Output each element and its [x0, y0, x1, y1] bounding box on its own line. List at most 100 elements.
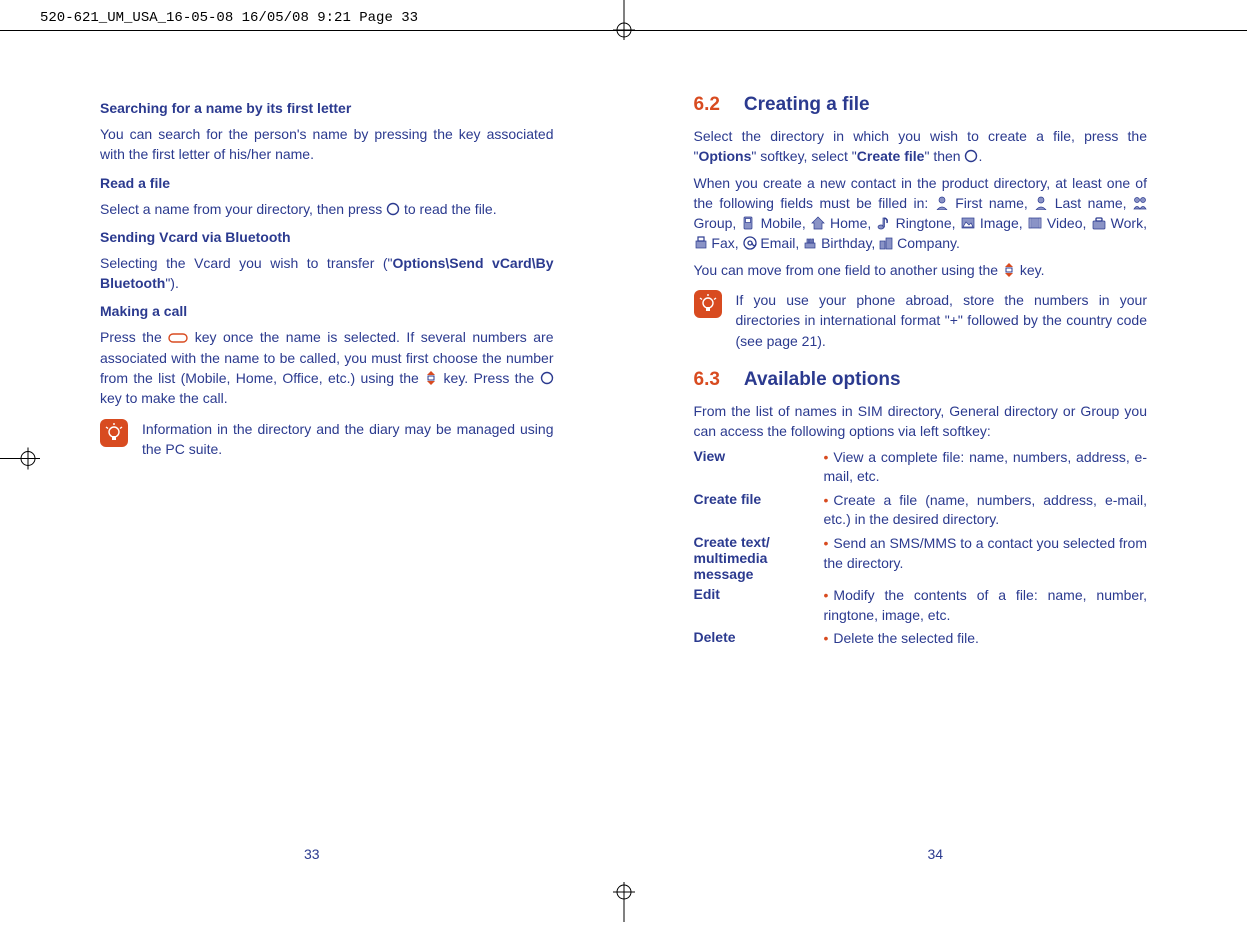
text: Send an SMS/MMS to a contact you selecte…: [824, 535, 1148, 571]
text: " softkey, select ": [751, 148, 856, 164]
text: .: [978, 148, 982, 164]
para-fields-list: When you create a new contact in the pro…: [694, 173, 1148, 254]
fax-icon: [694, 235, 708, 249]
section-number: 6.2: [694, 94, 720, 115]
heading-searching: Searching for a name by its first letter: [100, 100, 554, 116]
mobile-icon: [741, 215, 755, 229]
text: key.: [1020, 262, 1045, 278]
music-note-icon: [876, 215, 890, 229]
text: Company.: [893, 235, 960, 251]
bullet-icon: •: [824, 587, 829, 603]
heading-sending-vcard: Sending Vcard via Bluetooth: [100, 229, 554, 245]
bullet-icon: •: [824, 535, 829, 551]
option-name: Create text/ multimedia message: [694, 534, 824, 582]
para-making-call: Press the key once the name is selected.…: [100, 327, 554, 408]
text: Work,: [1106, 215, 1147, 231]
option-row: Delete•Delete the selected file.: [694, 629, 1148, 649]
text: Home,: [825, 215, 877, 231]
section-number: 6.3: [694, 369, 720, 390]
text: Email,: [757, 235, 804, 251]
home-icon: [811, 215, 825, 229]
text: " then: [924, 148, 964, 164]
text: key. Press the: [444, 370, 540, 386]
option-row: Create text/ multimedia message•Send an …: [694, 534, 1148, 582]
tip-text: Information in the directory and the dia…: [142, 419, 554, 460]
options-table: View•View a complete file: name, numbers…: [694, 448, 1148, 649]
lightbulb-icon: [694, 290, 722, 318]
option-description: •Send an SMS/MMS to a contact you select…: [824, 534, 1148, 582]
section-title: Available options: [744, 369, 901, 390]
nav-key-icon: [1002, 262, 1016, 276]
text: to read the file.: [404, 201, 497, 217]
section-title: Creating a file: [744, 94, 870, 115]
text: Modify the contents of a file: name, num…: [824, 587, 1148, 623]
heading-making-call: Making a call: [100, 303, 554, 319]
page-number-right: 34: [927, 846, 943, 862]
bullet-icon: •: [824, 449, 829, 465]
print-header: 520-621_UM_USA_16-05-08 16/05/08 9:21 Pa…: [40, 10, 418, 26]
option-description: •Create a file (name, numbers, address, …: [824, 491, 1148, 530]
bullet-icon: •: [824, 630, 829, 646]
page-right: 6.2 Creating a file Select the directory …: [624, 80, 1247, 902]
text: Video,: [1042, 215, 1092, 231]
text: Birthday,: [817, 235, 879, 251]
company-icon: [879, 235, 893, 249]
option-name: Create file: [694, 491, 824, 530]
tip-international: If you use your phone abroad, store the …: [694, 290, 1148, 351]
lightbulb-icon: [100, 419, 128, 447]
section-6-3-heading: 6.3 Available options: [694, 369, 1148, 391]
ok-key-icon: [540, 370, 554, 384]
image-icon: [961, 215, 975, 229]
section-6-2-heading: 6.2 Creating a file: [694, 94, 1148, 116]
send-key-icon: [168, 329, 188, 343]
text: Selecting the Vcard you wish to transfer…: [100, 255, 393, 271]
text: View a complete file: name, numbers, add…: [824, 449, 1148, 485]
page-number-left: 33: [304, 846, 320, 862]
text: Create a file (name, numbers, address, e…: [824, 492, 1148, 528]
text-bold: Create file: [857, 148, 925, 164]
para-move-field: You can move from one field to another u…: [694, 260, 1148, 280]
option-row: View•View a complete file: name, numbers…: [694, 448, 1148, 487]
briefcase-icon: [1092, 215, 1106, 229]
text: ").: [165, 275, 179, 291]
text: You can move from one field to another u…: [694, 262, 1002, 278]
birthday-icon: [803, 235, 817, 249]
person-icon: [1034, 195, 1048, 209]
text: Ringtone,: [890, 215, 960, 231]
text: Mobile,: [755, 215, 810, 231]
text: Last name,: [1048, 195, 1133, 211]
option-description: •View a complete file: name, numbers, ad…: [824, 448, 1148, 487]
para-create-file-intro: Select the directory in which you wish t…: [694, 126, 1148, 167]
para-searching: You can search for the person's name by …: [100, 124, 554, 165]
option-row: Create file•Create a file (name, numbers…: [694, 491, 1148, 530]
bullet-icon: •: [824, 492, 829, 508]
email-icon: [743, 235, 757, 249]
text: Fax,: [708, 235, 743, 251]
ok-key-icon: [964, 148, 978, 162]
text: Group,: [694, 215, 742, 231]
para-read-file: Select a name from your directory, then …: [100, 199, 554, 219]
para-options-intro: From the list of names in SIM directory,…: [694, 401, 1148, 442]
video-icon: [1028, 215, 1042, 229]
option-description: •Delete the selected file.: [824, 629, 1148, 649]
tip-pc-suite: Information in the directory and the dia…: [100, 419, 554, 460]
text: Select a name from your directory, then …: [100, 201, 386, 217]
registration-mark-top-icon: [609, 0, 639, 40]
text: Image,: [975, 215, 1028, 231]
heading-read-file: Read a file: [100, 175, 554, 191]
text: First name,: [949, 195, 1034, 211]
text: key to make the call.: [100, 390, 228, 406]
option-row: Edit•Modify the contents of a file: name…: [694, 586, 1148, 625]
option-description: •Modify the contents of a file: name, nu…: [824, 586, 1148, 625]
text-bold: Options: [698, 148, 751, 164]
ok-key-icon: [386, 201, 400, 215]
option-name: Edit: [694, 586, 824, 625]
para-sending-vcard: Selecting the Vcard you wish to transfer…: [100, 253, 554, 294]
nav-key-icon: [424, 370, 438, 384]
person-icon: [935, 195, 949, 209]
tip-text: If you use your phone abroad, store the …: [736, 290, 1148, 351]
text: Press the: [100, 329, 168, 345]
top-rule: [0, 30, 1247, 31]
page-left: Searching for a name by its first letter…: [0, 80, 624, 902]
option-name: View: [694, 448, 824, 487]
